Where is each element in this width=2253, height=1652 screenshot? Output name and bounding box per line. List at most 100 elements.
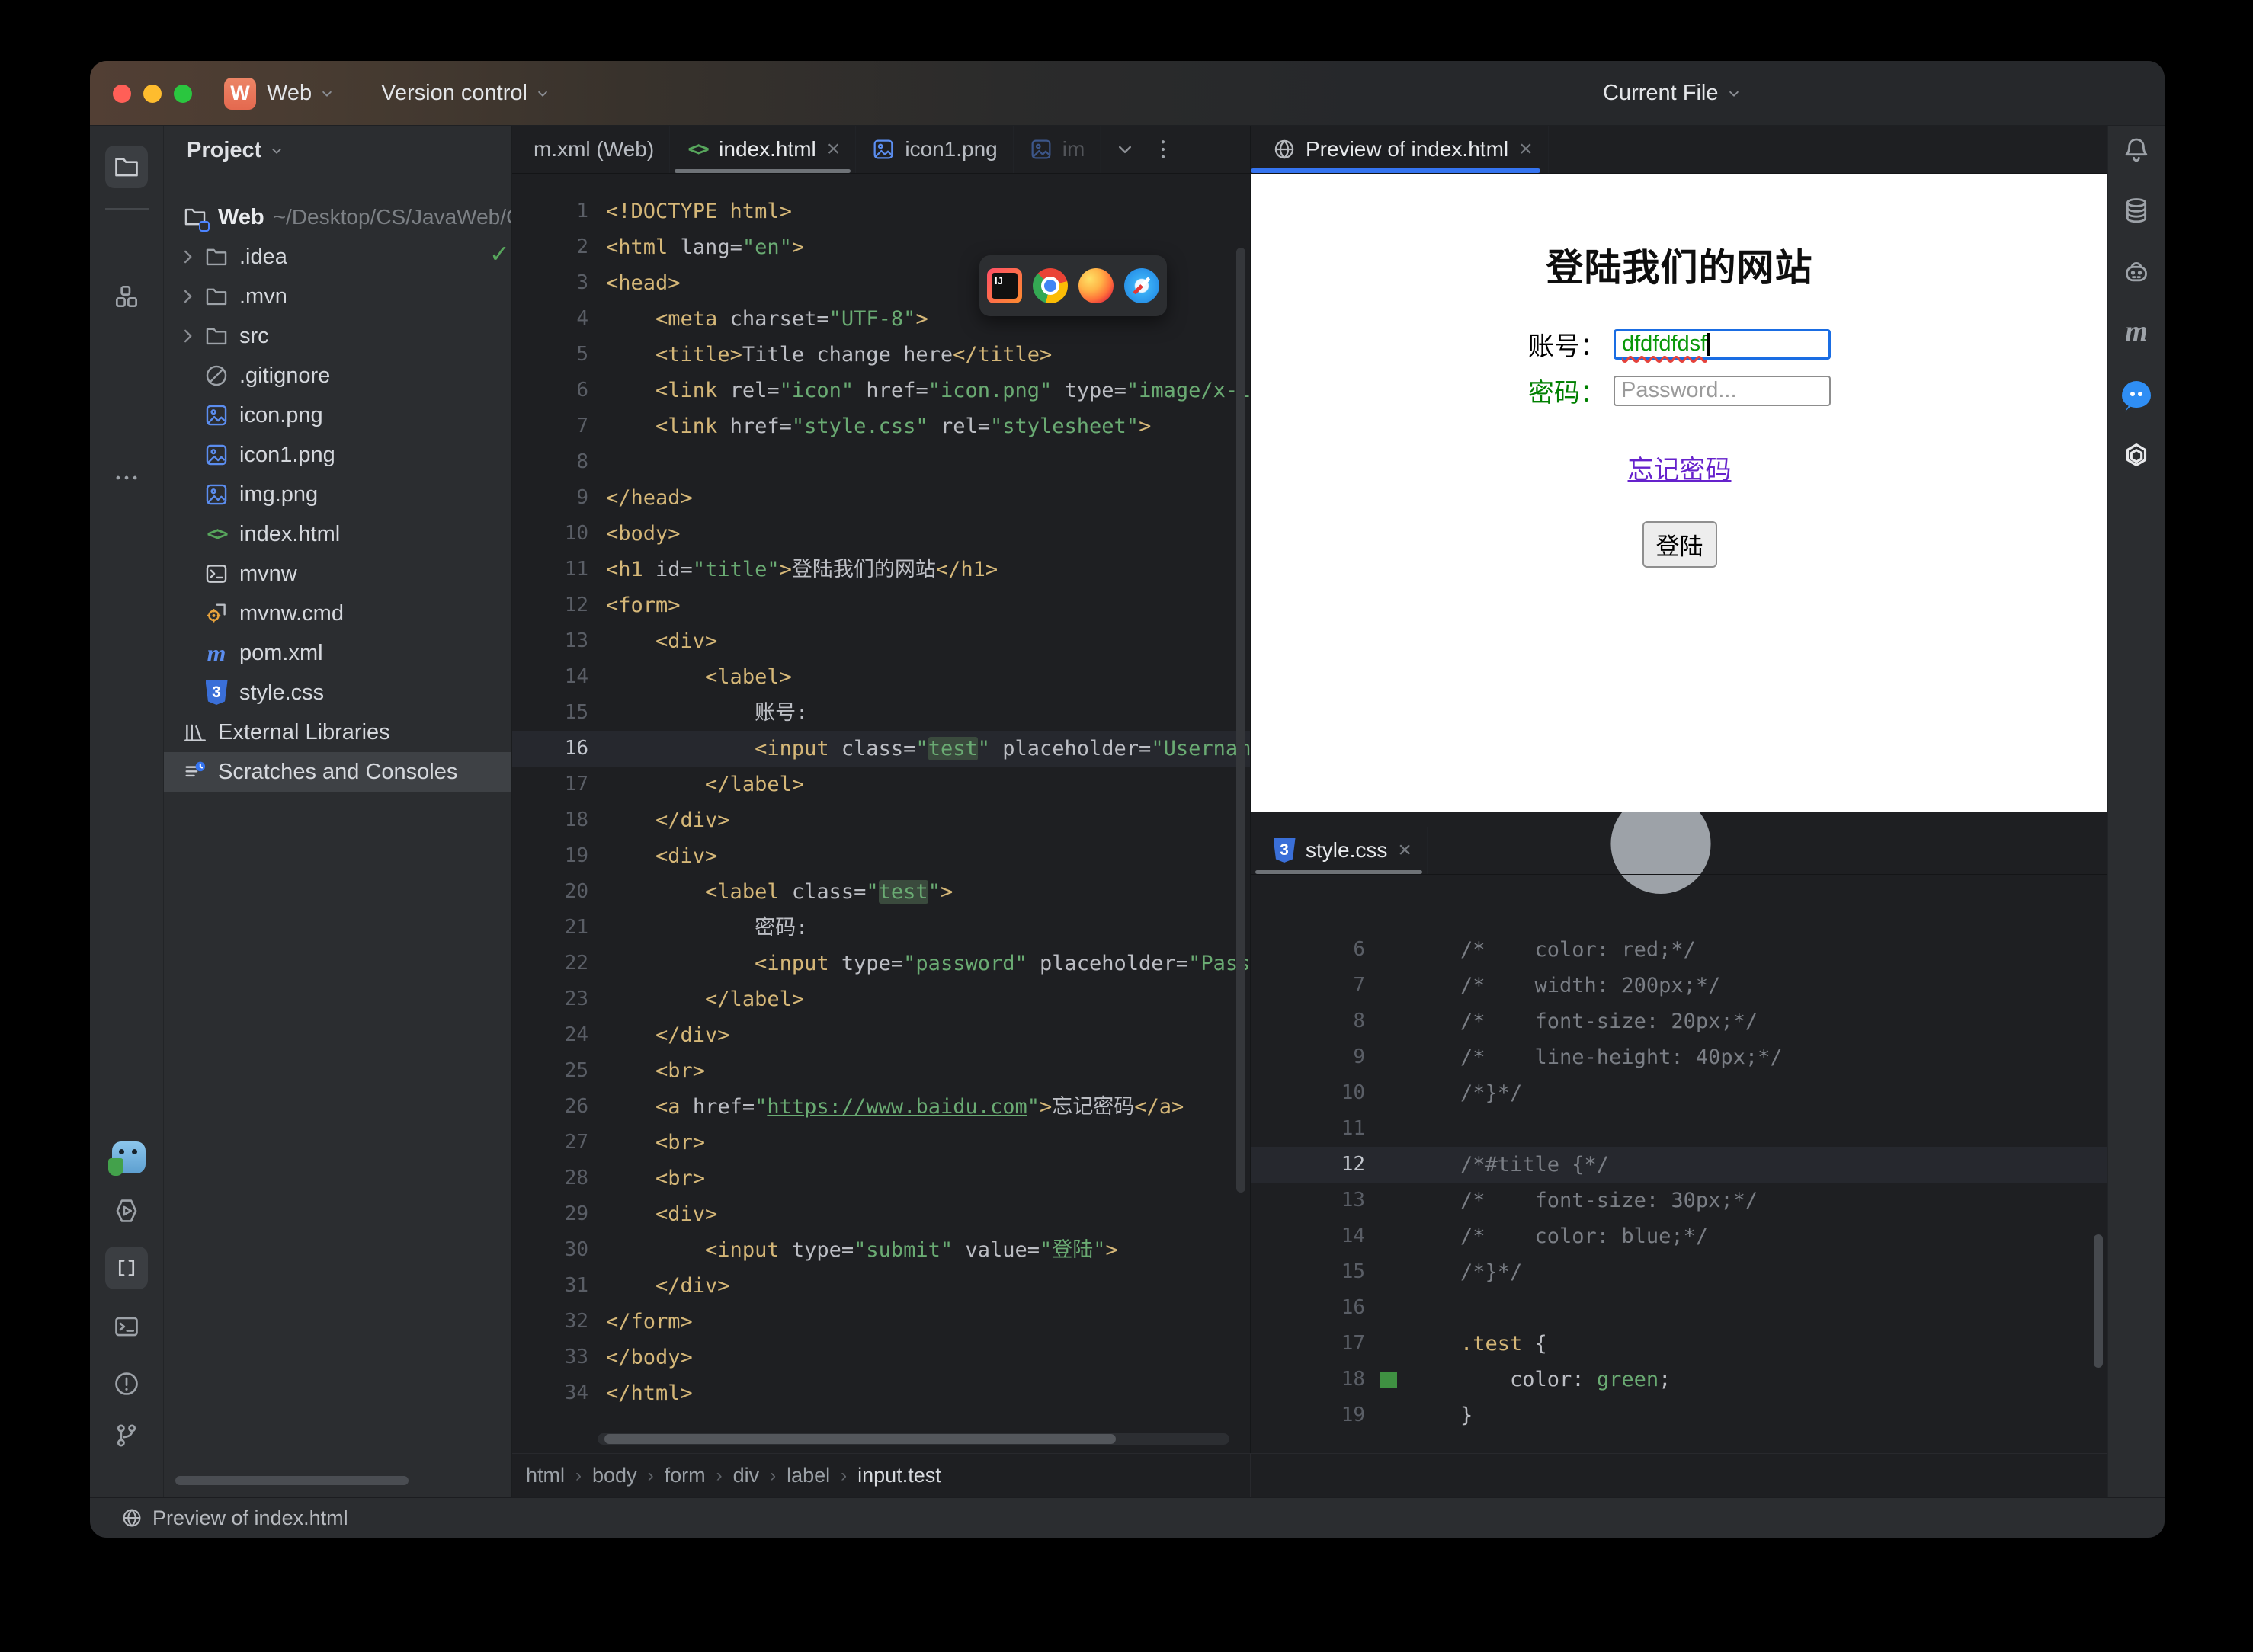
tab-im[interactable]: im xyxy=(1014,126,1101,173)
tab-m-xml-web-[interactable]: m.xml (Web) xyxy=(512,126,671,173)
firefox-icon[interactable] xyxy=(1078,268,1114,303)
plugin-mascot-button[interactable] xyxy=(105,1135,148,1177)
breadcrumb-item[interactable]: input.test xyxy=(857,1464,941,1487)
project-panel-title[interactable]: Project xyxy=(187,138,261,163)
tree-item[interactable]: icon1.png xyxy=(164,435,511,475)
bell-button[interactable] xyxy=(2117,130,2155,168)
tree-item[interactable]: .gitignore xyxy=(164,356,511,395)
folder-icon xyxy=(204,323,229,349)
breadcrumb-item[interactable]: form xyxy=(665,1464,706,1487)
text-caret xyxy=(1707,332,1710,356)
tree-item[interactable]: 3 style.css xyxy=(164,673,511,712)
tab-style-css[interactable]: 3 style.css × xyxy=(1251,827,1428,874)
css-editor[interactable]: 6 /* color: red;*/ 7 /* width: 200px;*/ 8 /* … xyxy=(1251,875,2107,1453)
tree-item[interactable]: External Libraries xyxy=(164,712,511,752)
code-line: 23 </label> xyxy=(512,981,1250,1017)
code-text: <meta charset="UTF-8"> xyxy=(655,307,928,331)
chevron-right-icon[interactable] xyxy=(175,244,200,270)
tree-item[interactable]: .idea xyxy=(164,237,511,277)
right-pane: Preview of index.html × 登陆我们的网站 账号： dfdfd… xyxy=(1250,126,2108,1497)
code-text: <input class="test" placeholder="Usernam… xyxy=(755,737,1250,760)
tree-item[interactable]: Web ~/Desktop/CS/JavaWeb/Coc xyxy=(164,197,511,237)
code-text: /* color: blue;*/ xyxy=(1460,1225,1709,1248)
code-line: 33 </body> xyxy=(512,1340,1250,1375)
tree-item-label: style.css xyxy=(239,680,325,705)
openai-button[interactable] xyxy=(2117,437,2155,475)
minimize-window-button[interactable] xyxy=(143,85,162,103)
html-editor[interactable]: 1 <!DOCTYPE html> 2 <html lang="en"> 3 <head>… xyxy=(512,174,1250,1435)
code-line: 7 <link href="style.css" rel="stylesheet… xyxy=(512,408,1250,444)
code-text: <a href="https://www.baidu.com">忘记密码</a> xyxy=(655,1095,1184,1119)
git-branch-icon xyxy=(112,1421,141,1450)
code-line: 32 </form> xyxy=(512,1304,1250,1340)
robot-button[interactable] xyxy=(2117,253,2155,291)
code-line: 8 xyxy=(512,444,1250,480)
database-button[interactable] xyxy=(2117,191,2155,229)
code-text: </div> xyxy=(655,1274,730,1298)
horizontal-scrollbar[interactable] xyxy=(175,1476,409,1485)
chevron-right-icon[interactable] xyxy=(175,323,200,349)
close-icon[interactable]: × xyxy=(1519,138,1533,161)
intellij-icon[interactable] xyxy=(987,268,1022,303)
tree-item[interactable]: <> index.html xyxy=(164,514,511,554)
tree-item[interactable]: m pom.xml xyxy=(164,633,511,673)
code-text: } xyxy=(1460,1404,1473,1427)
breadcrumb-item[interactable]: div xyxy=(733,1464,760,1487)
code-line: 20 <label class="test"> xyxy=(512,874,1250,910)
forgot-password-link[interactable]: 忘记密码 xyxy=(1628,456,1732,485)
zoom-window-button[interactable] xyxy=(174,85,192,103)
status-text[interactable]: Preview of index.html xyxy=(152,1506,348,1530)
tab-options-kebab-icon[interactable] xyxy=(1149,136,1177,163)
breadcrumb-item[interactable]: html xyxy=(526,1464,565,1487)
desktop: W Web Version control Current File Proje… xyxy=(0,0,2253,1652)
more-ellipsis-button[interactable] xyxy=(105,456,148,499)
tree-item[interactable]: Scratches and Consoles xyxy=(164,752,511,792)
tab-index-html[interactable]: <> index.html × xyxy=(670,126,857,173)
password-input[interactable]: Password... xyxy=(1614,375,1831,406)
brackets-button[interactable] xyxy=(105,1247,148,1289)
run-configuration-selector[interactable]: Current File xyxy=(1603,81,1719,106)
horizontal-scrollbar[interactable] xyxy=(598,1433,1229,1445)
tab-list-chevron-icon[interactable] xyxy=(1111,136,1139,163)
git-branch-button[interactable] xyxy=(105,1414,148,1457)
chrome-icon[interactable] xyxy=(1033,268,1068,303)
close-icon[interactable]: × xyxy=(1398,839,1412,862)
problems-button[interactable] xyxy=(105,1362,148,1405)
tree-item[interactable]: mvnw xyxy=(164,554,511,594)
tree-item[interactable]: src xyxy=(164,316,511,356)
commit-squares-button[interactable] xyxy=(105,275,148,318)
close-window-button[interactable] xyxy=(113,85,131,103)
chevron-down-icon xyxy=(1724,84,1744,104)
mletter-button[interactable]: m xyxy=(2117,312,2155,351)
folder-icon xyxy=(204,283,229,309)
inspections-ok-icon[interactable]: ✓ xyxy=(489,239,510,268)
tree-item[interactable]: mvnw.cmd xyxy=(164,594,511,633)
breadcrumb-item[interactable]: body xyxy=(592,1464,637,1487)
tab-preview-of-index-html[interactable]: Preview of index.html × xyxy=(1251,126,1549,173)
safari-icon[interactable] xyxy=(1124,268,1159,303)
vcs-widget[interactable]: Version control xyxy=(381,81,527,106)
account-input[interactable]: dfdfdfdsf xyxy=(1614,328,1831,360)
tree-item[interactable]: .mvn xyxy=(164,277,511,316)
chevron-right-icon[interactable] xyxy=(175,283,200,309)
code-text: </label> xyxy=(705,988,805,1011)
code-line: 9 </head> xyxy=(512,480,1250,516)
close-icon[interactable]: × xyxy=(827,138,841,161)
tree-item[interactable]: img.png xyxy=(164,475,511,514)
line-number: 16 xyxy=(1341,1296,1365,1319)
code-line: 34 </html> xyxy=(512,1375,1250,1411)
code-line: 9 /* line-height: 40px;*/ xyxy=(1251,1039,2107,1075)
bell-icon xyxy=(2121,134,2152,165)
login-button[interactable]: 登陆 xyxy=(1642,521,1717,568)
terminal-button[interactable] xyxy=(105,1305,148,1348)
project-folder-button[interactable] xyxy=(105,146,148,188)
chat-button[interactable] xyxy=(2117,375,2155,413)
vertical-scrollbar[interactable] xyxy=(2094,1234,2103,1368)
breadcrumb-item[interactable]: label xyxy=(787,1464,830,1487)
line-number: 33 xyxy=(564,1346,588,1369)
tab-icon1-png[interactable]: icon1.png xyxy=(856,126,1014,173)
project-switcher[interactable]: Web xyxy=(267,81,312,106)
line-number: 17 xyxy=(1341,1332,1365,1355)
tree-item[interactable]: icon.png xyxy=(164,395,511,435)
services-play-button[interactable] xyxy=(105,1189,148,1232)
